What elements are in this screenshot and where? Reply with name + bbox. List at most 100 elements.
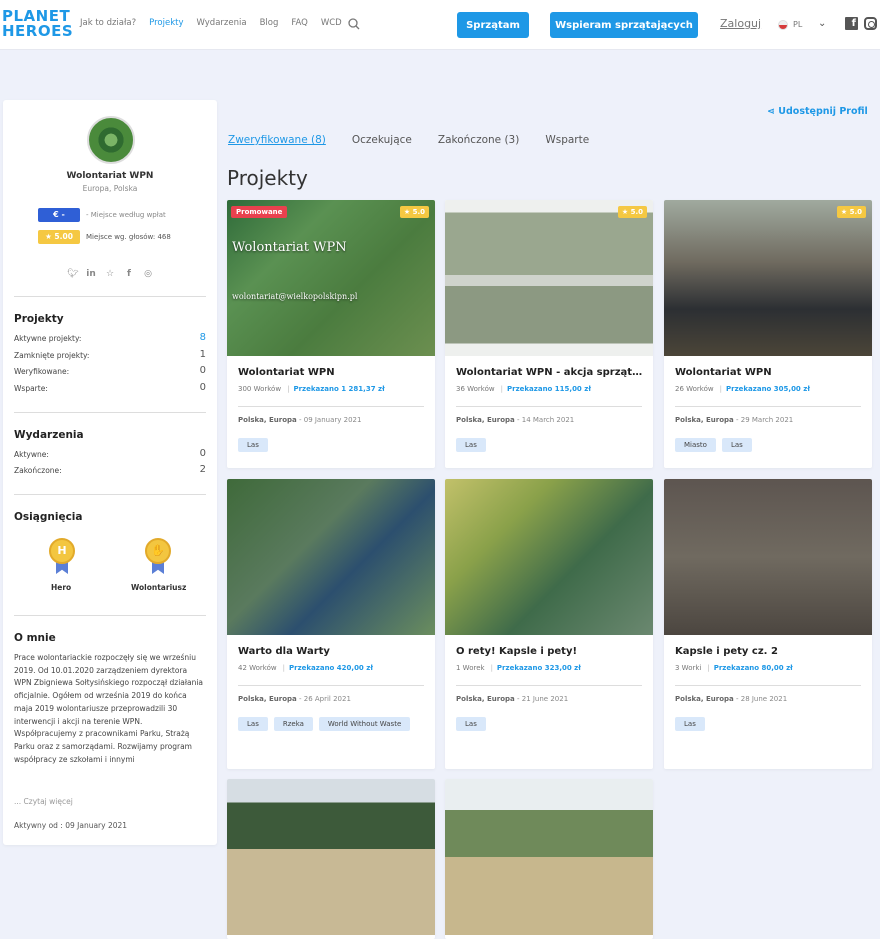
active-since: Aktywny od : 09 January 2021 bbox=[14, 821, 128, 830]
achievement-label: Wolontariusz bbox=[131, 583, 187, 592]
poland-flag-icon[interactable] bbox=[778, 20, 788, 30]
nav-projects[interactable]: Projekty bbox=[149, 18, 183, 28]
project-image[interactable] bbox=[227, 479, 435, 635]
instagram-icon[interactable] bbox=[864, 17, 877, 30]
project-card[interactable] bbox=[227, 779, 435, 939]
nav-blog[interactable]: Blog bbox=[260, 18, 279, 28]
divider bbox=[14, 494, 206, 495]
events-heading: Wydarzenia bbox=[14, 429, 84, 441]
project-title[interactable]: Wolontariat WPN bbox=[675, 367, 865, 378]
search-icon[interactable] bbox=[348, 18, 360, 30]
tab-supported[interactable]: Wsparte bbox=[545, 134, 589, 146]
nav-faq[interactable]: FAQ bbox=[291, 18, 307, 28]
project-meta: 1 Worek | Przekazano 323,00 zł bbox=[456, 664, 581, 672]
project-image[interactable] bbox=[664, 479, 872, 635]
twitter-icon[interactable]: 🐦︎ bbox=[67, 269, 78, 279]
tag-list: Las bbox=[238, 438, 428, 452]
project-meta: 36 Worków | Przekazano 115,00 zł bbox=[456, 385, 591, 393]
tag[interactable]: Miasto bbox=[675, 438, 716, 452]
rating-badge: ★ 5.00 bbox=[38, 230, 80, 244]
divider bbox=[14, 296, 206, 297]
stat-value: 0 bbox=[199, 448, 206, 459]
chevron-down-icon[interactable]: ⌄ bbox=[818, 18, 826, 29]
project-title[interactable]: O rety! Kapsle i pety! bbox=[456, 646, 646, 657]
tab-verified[interactable]: Zweryfikowane (8) bbox=[228, 134, 326, 146]
profile-socials: 🐦︎ in ☆ f ◎ bbox=[67, 269, 153, 279]
tag[interactable]: World Without Waste bbox=[318, 717, 411, 731]
project-image[interactable]: Wolontariat WPN wolontariat@wielkopolski… bbox=[227, 200, 435, 356]
linkedin-icon[interactable]: in bbox=[86, 269, 96, 279]
project-card[interactable]: Warto dla Warty 42 Worków | Przekazano 420… bbox=[227, 479, 435, 769]
tab-pending[interactable]: Oczekujące bbox=[352, 134, 412, 146]
tag-list: Las bbox=[456, 438, 646, 452]
project-card[interactable]: Wolontariat WPN wolontariat@wielkopolski… bbox=[227, 200, 435, 468]
stat-closed-projects: Zamknięte projekty: 1 bbox=[14, 349, 206, 360]
tag[interactable]: Las bbox=[456, 438, 486, 452]
project-image[interactable] bbox=[445, 479, 653, 635]
project-image[interactable] bbox=[664, 200, 872, 356]
projects-heading: Projekty bbox=[14, 313, 64, 325]
tag[interactable]: Las bbox=[721, 438, 752, 452]
tag[interactable]: Las bbox=[456, 717, 486, 731]
achievements-heading: Osiągnięcia bbox=[14, 511, 83, 523]
share-profile-button[interactable]: ⋖ Udostępnij Profil bbox=[767, 106, 868, 117]
project-title[interactable]: Wolontariat WPN bbox=[238, 367, 428, 378]
achievement-label: Hero bbox=[51, 583, 72, 592]
profile-name: Wolontariat WPN bbox=[66, 171, 154, 181]
project-meta: 42 Worków | Przekazano 420,00 zł bbox=[238, 664, 373, 672]
facebook-icon[interactable]: f bbox=[845, 17, 858, 30]
language-label[interactable]: PL bbox=[793, 20, 802, 29]
clean-button[interactable]: Sprzątam bbox=[457, 12, 529, 38]
project-location: Polska, Europa - 09 January 2021 bbox=[238, 416, 362, 424]
stat-value[interactable]: 8 bbox=[200, 332, 206, 343]
nav-how-it-works[interactable]: Jak to działa? bbox=[80, 18, 136, 28]
tag[interactable]: Las bbox=[238, 717, 268, 731]
project-card[interactable]: O rety! Kapsle i pety! 1 Worek | Przekazan… bbox=[445, 479, 653, 769]
project-tabs: Zweryfikowane (8) Oczekujące Zakończone … bbox=[228, 134, 615, 146]
vote-rank-text: Miejsce wg. głosów: 468 bbox=[86, 233, 171, 241]
project-location: Polska, Europa - 14 March 2021 bbox=[456, 416, 575, 424]
volunteer-medal-icon: ✋ bbox=[145, 538, 171, 574]
tab-finished[interactable]: Zakończone (3) bbox=[438, 134, 519, 146]
project-meta: 3 Worki | Przekazano 80,00 zł bbox=[675, 664, 793, 672]
project-meta: 300 Worków | Przekazano 1 281,37 zł bbox=[238, 385, 385, 393]
planet-heroes-logo[interactable]: PLANET HEROES bbox=[2, 9, 73, 39]
tag[interactable]: Las bbox=[238, 438, 268, 452]
facebook-icon[interactable]: f bbox=[124, 269, 134, 279]
stat-active-projects: Aktywne projekty: 8 bbox=[14, 332, 206, 343]
nav-wcd[interactable]: WCD bbox=[321, 18, 342, 28]
nav-events[interactable]: Wydarzenia bbox=[197, 18, 247, 28]
tag-list: Miasto Las bbox=[675, 438, 865, 452]
project-title[interactable]: Kapsle i pety cz. 2 bbox=[675, 646, 865, 657]
euro-badge: € - bbox=[38, 208, 80, 222]
project-image[interactable] bbox=[445, 200, 653, 356]
stat-finished-events: Zakończone: 2 bbox=[14, 464, 206, 475]
project-location: Polska, Europa - 28 June 2021 bbox=[675, 695, 788, 703]
stat-value: 0 bbox=[199, 382, 206, 393]
tag-list: Las Rzeka World Without Waste bbox=[238, 717, 428, 731]
login-link[interactable]: Zaloguj bbox=[720, 17, 761, 30]
project-card[interactable]: ★ 5.0 Wolontariat WPN - akcja sprzątania… bbox=[445, 200, 653, 468]
project-card[interactable] bbox=[445, 779, 653, 939]
profile-location: Europa, Polska bbox=[82, 184, 138, 193]
read-more-link[interactable]: ... Czytaj więcej bbox=[14, 797, 114, 806]
star-icon[interactable]: ☆ bbox=[105, 269, 115, 279]
tag[interactable]: Las bbox=[675, 717, 705, 731]
stat-verified: Weryfikowane: 0 bbox=[14, 365, 206, 376]
stat-value: 1 bbox=[199, 349, 206, 360]
rating-badge: ★ 5.0 bbox=[617, 206, 647, 218]
tag[interactable]: Rzeka bbox=[273, 717, 313, 731]
project-image[interactable] bbox=[227, 779, 435, 935]
promoted-badge: Promowane bbox=[231, 206, 288, 218]
project-title[interactable]: Wolontariat WPN - akcja sprzątania bbox=[456, 367, 646, 378]
instagram-icon[interactable]: ◎ bbox=[143, 269, 153, 279]
project-title[interactable]: Warto dla Warty bbox=[238, 646, 428, 657]
about-text: Prace wolontariackie rozpoczęły się we w… bbox=[14, 653, 204, 764]
support-cleaners-button[interactable]: Wspieram sprzątających bbox=[550, 12, 698, 38]
project-image[interactable] bbox=[445, 779, 653, 935]
divider bbox=[14, 615, 206, 616]
divider bbox=[675, 406, 861, 407]
project-card[interactable]: ★ 5.0 Wolontariat WPN 26 Worków | Przekaza… bbox=[664, 200, 872, 468]
project-card[interactable]: Kapsle i pety cz. 2 3 Worki | Przekazano 8… bbox=[664, 479, 872, 769]
project-meta: 26 Worków | Przekazano 305,00 zł bbox=[675, 385, 810, 393]
